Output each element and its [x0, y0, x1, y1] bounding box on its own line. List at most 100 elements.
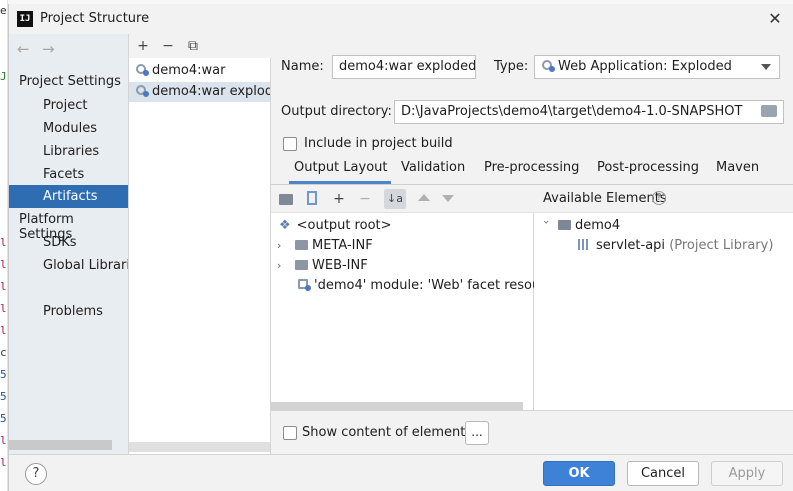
tree-row-module[interactable]: › demo4: [540, 216, 620, 236]
archive-icon[interactable]: [307, 191, 317, 205]
artifacts-list-panel: + − ⧉ demo4:war demo4:war exploded: [129, 34, 271, 454]
forward-arrow-icon[interactable]: →: [42, 40, 55, 58]
web-artifact-icon: [135, 83, 149, 97]
tab-validation[interactable]: Validation: [401, 160, 465, 175]
artifact-editor: Name: demo4:war exploded Type: Web Appli…: [271, 34, 793, 454]
remove-element-icon[interactable]: −: [357, 189, 373, 209]
nav-item-project[interactable]: Project: [9, 94, 128, 117]
tab-post-processing[interactable]: Post-processing: [597, 160, 699, 175]
nav-item-artifacts[interactable]: Artifacts: [9, 185, 128, 208]
tree-label-suffix: (Project Library): [669, 238, 774, 253]
chevron-right-icon: ›: [277, 239, 282, 252]
folder-icon: [295, 240, 308, 250]
artifacts-scrollbar[interactable]: [129, 442, 270, 452]
ellipsis-button[interactable]: ...: [465, 421, 489, 445]
gutter-char: J: [0, 70, 7, 83]
move-up-icon[interactable]: [418, 194, 430, 201]
nav-item-problems[interactable]: Problems: [9, 300, 128, 323]
close-button[interactable]: ✕: [764, 8, 786, 30]
new-folder-icon[interactable]: [279, 194, 293, 205]
nav-item-sdks[interactable]: SDKs: [9, 231, 128, 254]
gutter-char: 5: [0, 412, 7, 425]
title-bar: IJ Project Structure ✕: [9, 4, 793, 34]
tab-output-layout[interactable]: Output Layout: [294, 160, 387, 175]
section-project-settings: Project Settings: [19, 74, 121, 89]
gutter-char: l: [0, 434, 7, 447]
intellij-icon: IJ: [17, 11, 33, 27]
gutter-char: l: [0, 258, 7, 271]
browse-folder-icon[interactable]: [761, 105, 777, 117]
layout-scrollbar[interactable]: [271, 402, 523, 410]
gutter-char: l: [0, 280, 7, 293]
tree-label: WEB-INF: [312, 258, 368, 273]
output-directory-value: D:\JavaProjects\demo4\target\demo4-1.0-S…: [401, 104, 743, 119]
tree-row-facet-resources[interactable]: 'demo4' module: 'Web' facet resources: [297, 276, 534, 296]
help-icon[interactable]: ?: [652, 191, 666, 205]
ok-button[interactable]: OK: [543, 461, 615, 486]
nav-scrollbar[interactable]: [9, 440, 112, 450]
output-directory-field[interactable]: D:\JavaProjects\demo4\target\demo4-1.0-S…: [394, 100, 784, 124]
add-copy-icon[interactable]: +: [331, 189, 347, 209]
gutter-char: l: [0, 456, 7, 469]
include-in-build-checkbox[interactable]: [283, 137, 297, 151]
tree-row-meta-inf[interactable]: › META-INF: [277, 236, 373, 256]
gutter-char: l: [0, 236, 7, 249]
settings-nav: ← → Project Settings Project Modules Lib…: [9, 34, 129, 454]
tree-label: servlet-api: [596, 238, 666, 253]
type-select[interactable]: Web Application: Exploded: [534, 55, 780, 79]
type-label: Type:: [494, 59, 529, 74]
type-value: Web Application: Exploded: [558, 59, 732, 74]
layout-toolbar: + − ↓a: [271, 185, 534, 213]
gutter-char: c: [0, 346, 7, 359]
available-elements-pane: Available Elements ? › demo4 servlet-api …: [534, 185, 793, 410]
sort-icon[interactable]: ↓a: [384, 189, 406, 209]
remove-icon[interactable]: −: [160, 36, 176, 56]
gutter-char: l: [0, 302, 7, 315]
help-button[interactable]: ?: [25, 463, 47, 485]
nav-item-global-libraries[interactable]: Global Libraries: [9, 254, 128, 277]
web-facet-icon: [297, 277, 311, 291]
output-directory-label: Output directory:: [281, 104, 392, 119]
tree-row-web-inf[interactable]: › WEB-INF: [277, 256, 368, 276]
move-down-icon[interactable]: [442, 195, 454, 202]
artifact-item[interactable]: demo4:war: [129, 61, 270, 81]
gutter-char: 5: [0, 390, 7, 403]
artifacts-toolbar: + − ⧉: [129, 34, 271, 58]
include-in-build-label: Include in project build: [304, 136, 453, 151]
available-elements-header: Available Elements ?: [534, 185, 793, 213]
chevron-down-icon: ›: [540, 220, 553, 225]
tab-pre-processing[interactable]: Pre-processing: [484, 160, 579, 175]
nav-item-modules[interactable]: Modules: [9, 117, 128, 140]
web-artifact-icon: [541, 58, 555, 72]
show-content-checkbox[interactable]: [283, 426, 297, 440]
chevron-down-icon: [761, 64, 771, 70]
tree-row-output-root[interactable]: ❖ <output root>: [279, 216, 392, 236]
tree-label: <output root>: [296, 218, 392, 233]
gutter-char: e: [0, 4, 7, 17]
tab-maven[interactable]: Maven: [716, 160, 759, 175]
gutter-char: 5: [0, 368, 7, 381]
apply-button[interactable]: Apply: [711, 461, 783, 486]
available-elements-title: Available Elements: [543, 191, 667, 206]
folder-icon: [295, 260, 308, 270]
nav-item-libraries[interactable]: Libraries: [9, 140, 128, 163]
tree-row-library[interactable]: servlet-api (Project Library): [578, 236, 773, 256]
output-layout-pane: + − ↓a ❖ <output root> › META-INF › WEB-INF…: [271, 185, 534, 410]
cancel-button[interactable]: Cancel: [627, 461, 699, 486]
name-field[interactable]: demo4:war exploded: [332, 55, 476, 79]
library-icon: [578, 239, 590, 250]
back-arrow-icon[interactable]: ←: [17, 40, 30, 58]
module-icon: [558, 220, 571, 230]
nav-item-facets[interactable]: Facets: [9, 163, 128, 186]
add-icon[interactable]: +: [135, 36, 151, 56]
dialog-footer: ? OK Cancel Apply: [9, 454, 793, 491]
dialog-title: Project Structure: [40, 11, 150, 26]
copy-icon[interactable]: ⧉: [185, 36, 201, 56]
artifact-item-selected[interactable]: demo4:war exploded: [129, 82, 270, 102]
artifact-label: demo4:war: [152, 63, 226, 78]
show-content-label: Show content of elements: [302, 425, 473, 440]
output-root-icon: ❖: [279, 218, 291, 233]
tree-label: demo4: [575, 218, 621, 233]
web-artifact-icon: [135, 62, 149, 76]
project-structure-dialog: IJ Project Structure ✕ ← → Project Setti…: [8, 4, 793, 491]
